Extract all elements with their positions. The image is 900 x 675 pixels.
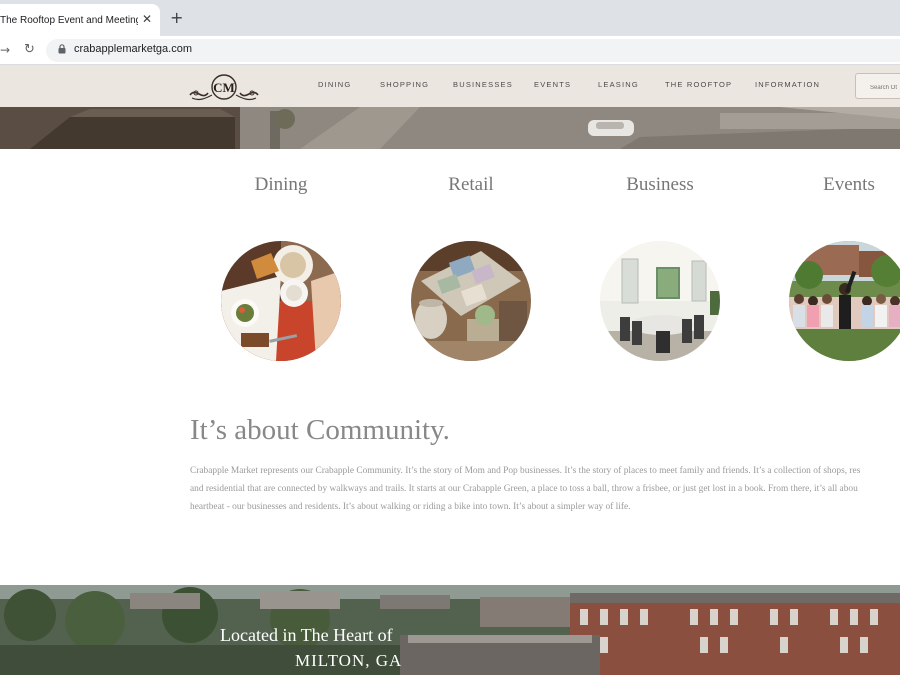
site-header: CM DINING SHOPPING BUSINESSES EVENTS LEA…	[0, 65, 900, 107]
nav-businesses[interactable]: BUSINESSES	[453, 80, 513, 89]
community-line-2: and residential that are connected by wa…	[190, 484, 858, 494]
address-bar[interactable]: crabapplemarketga.com	[46, 39, 900, 62]
community-line-1: Crabapple Market represents our Crabappl…	[190, 466, 861, 476]
new-tab-icon[interactable]: +	[170, 10, 183, 26]
browser-tab-strip: The Rooftop Event and Meeting Spa ✕ +	[0, 0, 900, 36]
community-heading: It’s about Community.	[190, 414, 450, 446]
business-photo[interactable]	[600, 241, 720, 361]
url-text: crabapplemarketga.com	[74, 43, 193, 55]
location-banner-image	[0, 585, 900, 675]
retail-photo[interactable]	[411, 241, 531, 361]
tab-close-icon[interactable]: ✕	[142, 13, 152, 25]
nav-the-rooftop[interactable]: THE ROOFTOP	[665, 80, 732, 89]
town-aerial-photo	[0, 585, 900, 675]
crabapple-market-logo[interactable]: CM	[188, 71, 260, 103]
community-line-3: heartbeat - our businesses and residents…	[190, 502, 631, 512]
site-search-input[interactable]	[856, 77, 900, 91]
browser-toolbar: → ↻ crabapplemarketga.com	[0, 36, 900, 65]
browser-tab[interactable]: The Rooftop Event and Meeting Spa ✕	[0, 4, 160, 36]
lock-icon	[58, 44, 66, 54]
nav-shopping[interactable]: SHOPPING	[380, 80, 429, 89]
nav-dining[interactable]: DINING	[318, 80, 351, 89]
svg-text:CM: CM	[213, 80, 235, 95]
category-title-dining[interactable]: Dining	[211, 174, 351, 196]
location-city: MILTON, GA	[295, 651, 403, 670]
nav-information[interactable]: INFORMATION	[755, 80, 820, 89]
location-line-1: Located in The Heart of	[220, 625, 393, 645]
category-title-retail[interactable]: Retail	[401, 174, 541, 196]
category-title-business[interactable]: Business	[590, 174, 730, 196]
site-search-box[interactable]	[855, 73, 900, 99]
community-paragraph: Crabapple Market represents our Crabappl…	[190, 462, 900, 516]
tab-title: The Rooftop Event and Meeting Spa	[0, 14, 138, 26]
dining-photo[interactable]	[221, 241, 341, 361]
nav-events[interactable]: EVENTS	[534, 80, 571, 89]
category-title-events[interactable]: Events	[779, 174, 900, 196]
reload-icon[interactable]: ↻	[24, 42, 35, 57]
hero-banner-image	[0, 107, 900, 149]
hero-aerial-photo	[0, 107, 900, 149]
events-photo[interactable]	[789, 241, 900, 361]
nav-leasing[interactable]: LEASING	[598, 80, 639, 89]
forward-arrow-icon[interactable]: →	[0, 43, 10, 57]
